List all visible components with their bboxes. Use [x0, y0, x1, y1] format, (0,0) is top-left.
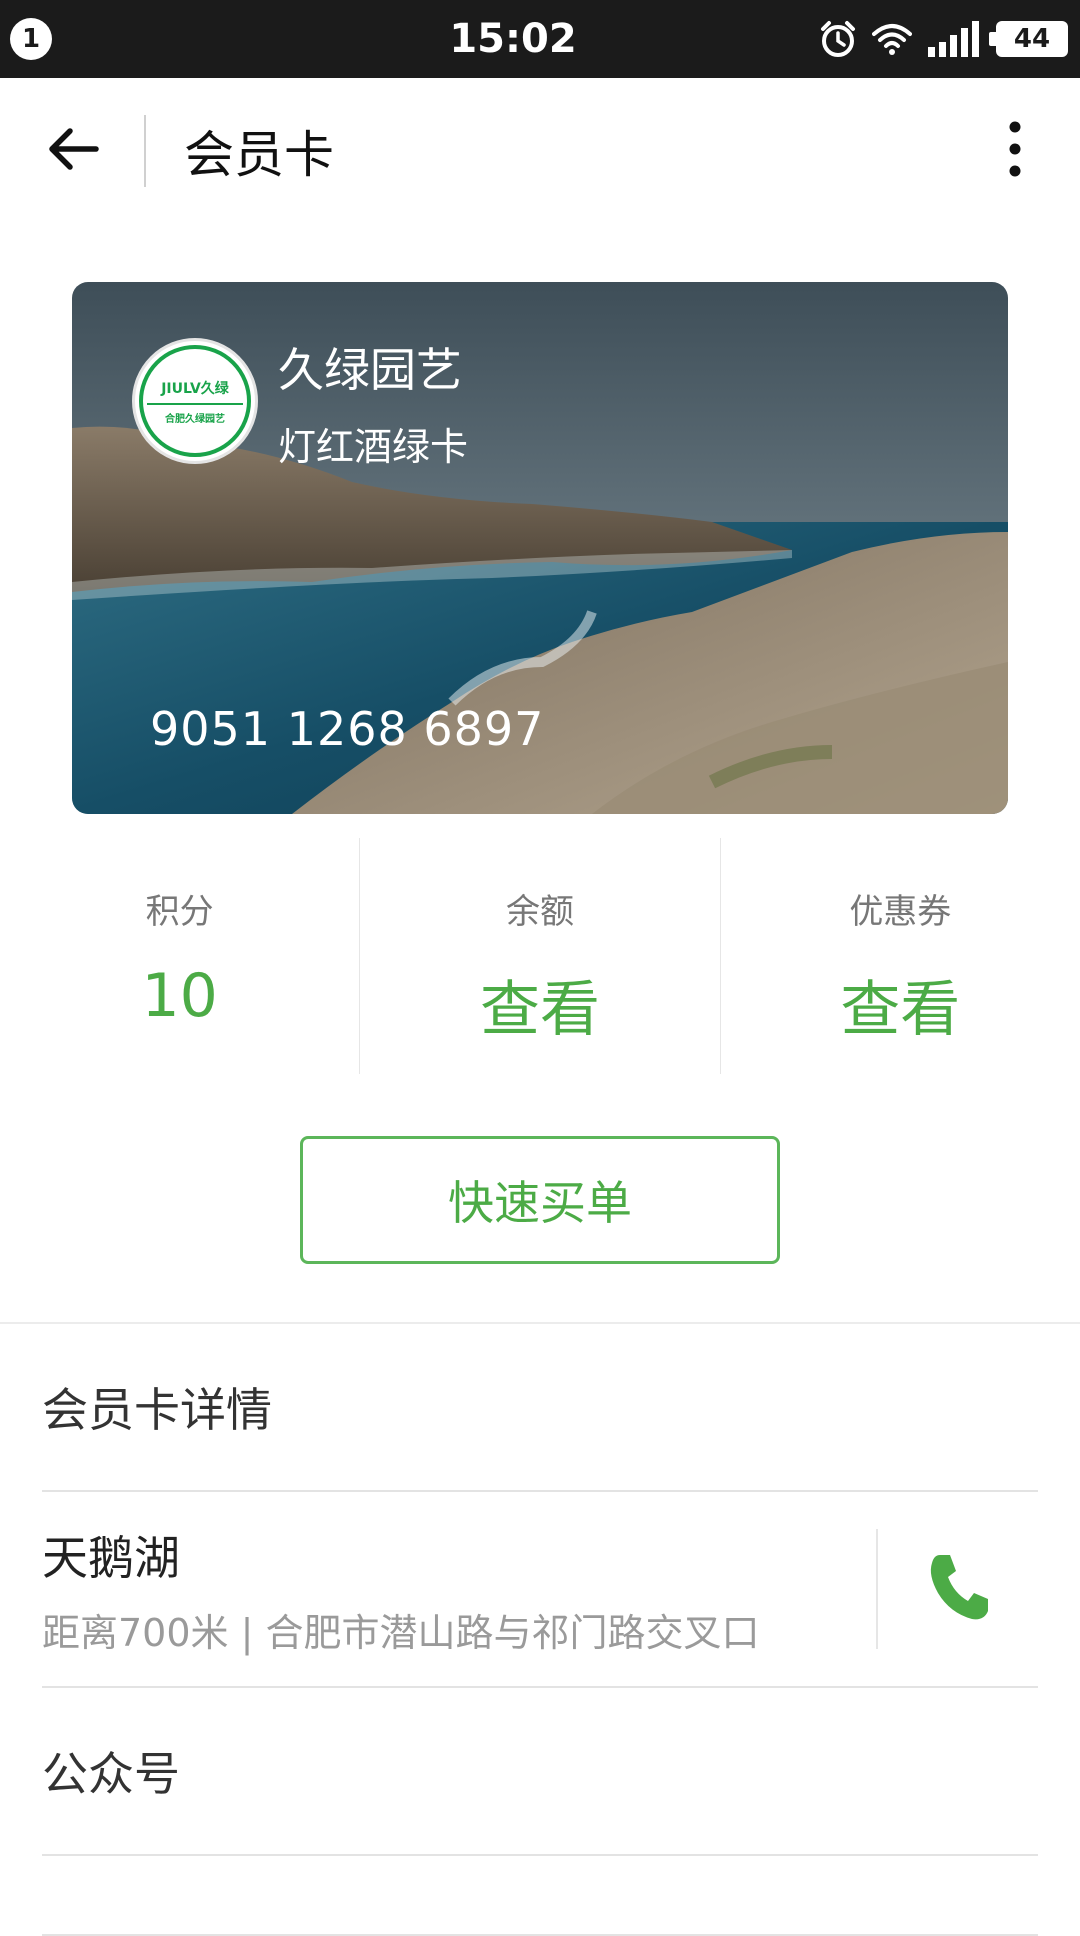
store-name: 天鹅湖: [42, 1530, 180, 1585]
list-item-label: 公众号: [42, 1747, 180, 1801]
card-stats: 积分 10 余额 查看 优惠券 查看: [0, 838, 1080, 1074]
stat-value: 查看: [840, 975, 961, 1045]
phone-icon: [926, 1551, 990, 1627]
list-item-official-account[interactable]: 公众号: [42, 1688, 1038, 1856]
back-button[interactable]: [0, 78, 144, 224]
stat-label: 优惠券: [849, 892, 952, 932]
quick-pay-button[interactable]: 快速买单: [300, 1136, 780, 1264]
title-divider: [144, 115, 146, 187]
arrow-left-icon: [44, 125, 100, 177]
wifi-icon: [871, 22, 912, 56]
card-type-name: 灯红酒绿卡: [278, 425, 469, 469]
list-item-card-details[interactable]: 会员卡详情: [42, 1324, 1038, 1492]
card-number: 9051 1268 6897: [150, 702, 545, 756]
stat-label: 余额: [505, 892, 574, 932]
call-store-button[interactable]: [878, 1491, 1038, 1687]
title-bar: 会员卡: [0, 78, 1080, 224]
logo-text-top: JIULV久绿: [161, 380, 229, 397]
more-button[interactable]: [950, 78, 1080, 224]
stat-points[interactable]: 积分 10: [0, 838, 359, 1074]
stat-balance[interactable]: 余额 查看: [359, 838, 719, 1074]
battery-icon: 44: [988, 21, 1068, 57]
card-shop-name: 久绿园艺: [278, 343, 462, 397]
status-bar: 1 15:02 44: [0, 0, 1080, 78]
info-list: 会员卡详情 天鹅湖 距离700米 | 合肥市潜山路与祁门路交叉口 公众号: [0, 1324, 1080, 1936]
signal-icon: [926, 21, 982, 57]
logo-text-bottom: 合肥久绿园艺: [165, 413, 225, 425]
stat-value: 10: [141, 961, 218, 1031]
list-item-store[interactable]: 天鹅湖 距离700米 | 合肥市潜山路与祁门路交叉口: [42, 1492, 1038, 1688]
store-address: 距离700米 | 合肥市潜山路与祁门路交叉口: [42, 1610, 760, 1655]
stat-label: 积分: [145, 892, 214, 932]
member-card[interactable]: JIULV久绿 合肥久绿园艺 久绿园艺 灯红酒绿卡 9051 1268 6897: [72, 282, 1008, 814]
alarm-icon: [818, 19, 858, 59]
more-vertical-icon: [1007, 119, 1023, 183]
notification-badge: 1: [10, 18, 52, 60]
list-item-partial[interactable]: [42, 1856, 1038, 1936]
status-time: 15:02: [449, 16, 577, 62]
list-item-label: 会员卡详情: [42, 1383, 272, 1437]
stat-value: 查看: [479, 975, 600, 1045]
shop-logo: JIULV久绿 合肥久绿园艺: [132, 338, 258, 464]
stat-coupons[interactable]: 优惠券 查看: [719, 838, 1080, 1074]
page-title: 会员卡: [184, 126, 334, 184]
